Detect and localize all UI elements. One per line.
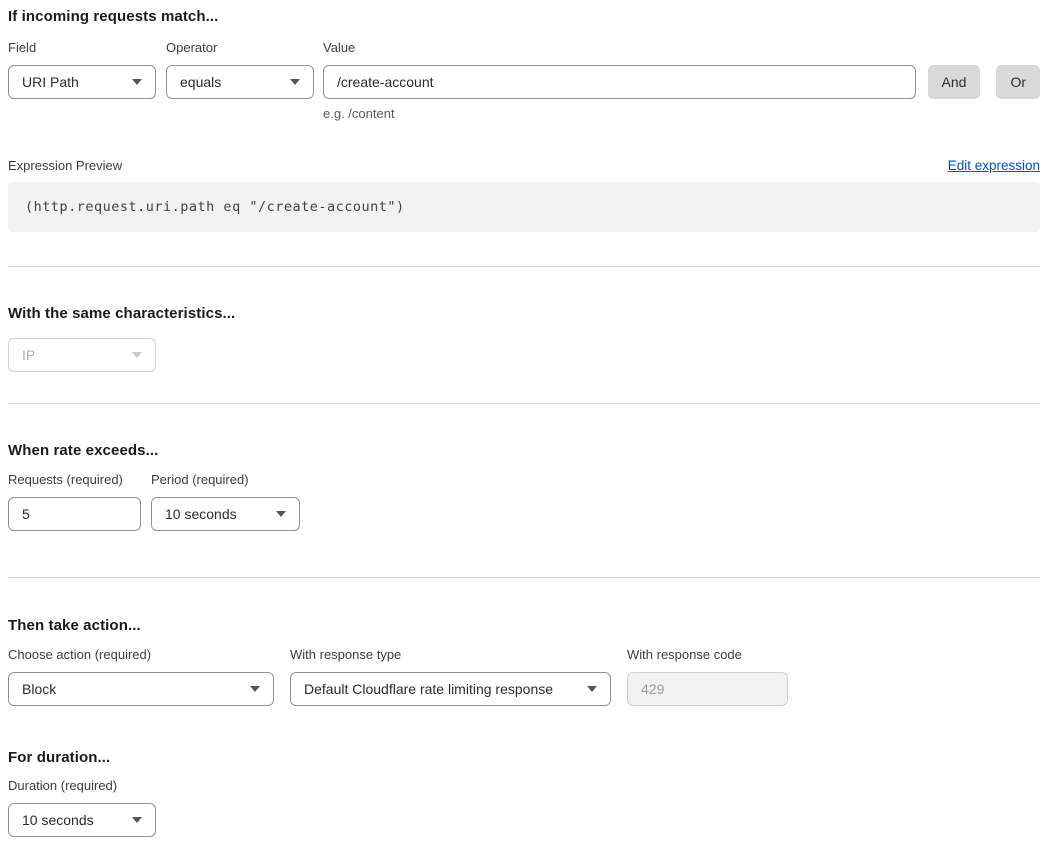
response-code-column: With response code xyxy=(627,647,788,706)
chevron-down-icon xyxy=(250,686,260,692)
choose-action-select-value: Block xyxy=(22,681,56,697)
section-title-duration: For duration... xyxy=(8,749,1040,766)
section-title-action: Then take action... xyxy=(8,617,1040,634)
response-type-column: With response type Default Cloudflare ra… xyxy=(290,647,611,706)
action-row: Choose action (required) Block With resp… xyxy=(8,647,1040,706)
field-select[interactable]: URI Path xyxy=(8,65,156,99)
value-label: Value xyxy=(323,40,916,56)
period-column: Period (required) 10 seconds xyxy=(151,472,300,531)
operator-label: Operator xyxy=(166,40,314,56)
field-select-value: URI Path xyxy=(22,74,79,90)
period-label: Period (required) xyxy=(151,472,300,488)
duration-select-value: 10 seconds xyxy=(22,812,94,828)
section-duration: For duration... Duration (required) 10 s… xyxy=(8,749,1040,837)
response-type-label: With response type xyxy=(290,647,611,663)
response-type-select-value: Default Cloudflare rate limiting respons… xyxy=(304,681,553,697)
expression-preview-header: Expression Preview Edit expression xyxy=(8,158,1040,173)
expression-preview-label: Expression Preview xyxy=(8,158,122,173)
choose-action-column: Choose action (required) Block xyxy=(8,647,274,706)
duration-select[interactable]: 10 seconds xyxy=(8,803,156,837)
section-action: Then take action... Choose action (requi… xyxy=(8,617,1040,706)
duration-label: Duration (required) xyxy=(8,778,1040,794)
operator-select-value: equals xyxy=(180,74,221,90)
edit-expression-link[interactable]: Edit expression xyxy=(948,158,1040,173)
rate-limiting-rule-form: If incoming requests match... Field URI … xyxy=(0,0,1048,837)
field-label: Field xyxy=(8,40,156,56)
period-select-value: 10 seconds xyxy=(165,506,237,522)
or-button[interactable]: Or xyxy=(996,65,1040,99)
response-type-select[interactable]: Default Cloudflare rate limiting respons… xyxy=(290,672,611,706)
characteristic-select: IP xyxy=(8,338,156,372)
value-helper-text: e.g. /content xyxy=(323,106,916,121)
response-code-input xyxy=(627,672,788,706)
section-rate: When rate exceeds... Requests (required)… xyxy=(8,442,1040,531)
field-column: Field URI Path xyxy=(8,40,156,99)
chevron-down-icon xyxy=(587,686,597,692)
section-divider xyxy=(8,266,1040,267)
chevron-down-icon xyxy=(132,79,142,85)
section-title-characteristics: With the same characteristics... xyxy=(8,305,1040,322)
chevron-down-icon xyxy=(290,79,300,85)
choose-action-label: Choose action (required) xyxy=(8,647,274,663)
expression-preview-code: (http.request.uri.path eq "/create-accou… xyxy=(8,182,1040,232)
chevron-down-icon xyxy=(276,511,286,517)
operator-select[interactable]: equals xyxy=(166,65,314,99)
section-incoming-requests: If incoming requests match... Field URI … xyxy=(8,8,1040,232)
section-divider xyxy=(8,403,1040,404)
chevron-down-icon xyxy=(132,817,142,823)
rate-row: Requests (required) Period (required) 10… xyxy=(8,472,1040,531)
match-builder-row: Field URI Path Operator equals Value e.g… xyxy=(8,40,1040,121)
characteristic-select-value: IP xyxy=(22,347,35,363)
operator-column: Operator equals xyxy=(166,40,314,99)
requests-column: Requests (required) xyxy=(8,472,141,531)
value-input[interactable] xyxy=(323,65,916,99)
and-button[interactable]: And xyxy=(928,65,981,99)
section-characteristics: With the same characteristics... IP xyxy=(8,305,1040,372)
requests-label: Requests (required) xyxy=(8,472,141,488)
value-column: Value e.g. /content xyxy=(323,40,916,121)
section-title-rate: When rate exceeds... xyxy=(8,442,1040,459)
period-select[interactable]: 10 seconds xyxy=(151,497,300,531)
section-title-incoming-requests: If incoming requests match... xyxy=(8,8,1040,25)
section-divider xyxy=(8,577,1040,578)
duration-column: Duration (required) 10 seconds xyxy=(8,778,1040,837)
chevron-down-icon xyxy=(132,352,142,358)
response-code-label: With response code xyxy=(627,647,788,663)
requests-input[interactable] xyxy=(8,497,141,531)
choose-action-select[interactable]: Block xyxy=(8,672,274,706)
